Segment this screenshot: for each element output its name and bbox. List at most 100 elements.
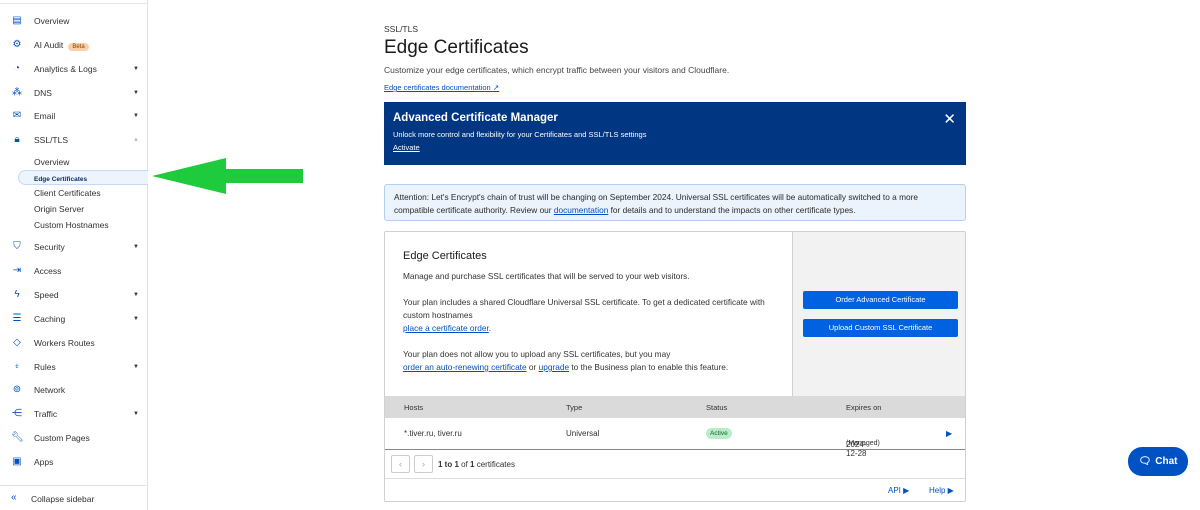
card-plan-text: Your plan includes a shared Cloudflare U… bbox=[403, 297, 765, 333]
clipboard-icon: ▤ bbox=[12, 15, 22, 26]
order-advanced-certificate-button[interactable]: Order Advanced Certificate bbox=[803, 291, 958, 309]
beta-badge: Beta bbox=[68, 43, 89, 51]
api-link[interactable]: API ▶ bbox=[888, 486, 909, 495]
status-badge: Active bbox=[706, 428, 732, 439]
apps-icon: ▣ bbox=[12, 456, 22, 467]
location-pin-icon: ⊚ bbox=[12, 384, 22, 395]
sidebar-item-overview[interactable]: ▤ Overview bbox=[0, 11, 148, 31]
place-order-link[interactable]: place a certificate order bbox=[403, 323, 489, 333]
plan-text: Your plan includes a shared Cloudflare U… bbox=[403, 297, 765, 320]
help-link[interactable]: Help ▶ bbox=[929, 486, 954, 495]
sidebar-item-workers-routes[interactable]: ◇ Workers Routes bbox=[0, 333, 148, 353]
col-hosts: Hosts bbox=[404, 403, 424, 412]
expand-row-icon[interactable]: ▶ bbox=[946, 429, 952, 438]
sidebar-item-traffic[interactable]: ⋲ Traffic ▼ bbox=[0, 404, 148, 424]
chevron-down-icon: ▼ bbox=[133, 90, 139, 96]
sidebar-item-access[interactable]: ⇥ Access bbox=[0, 261, 148, 281]
chat-label: Chat bbox=[1155, 456, 1178, 467]
documentation-link[interactable]: Edge certificates documentation ↗ bbox=[384, 83, 499, 92]
card-actions: Order Advanced Certificate Upload Custom… bbox=[792, 232, 965, 396]
collapse-sidebar-button[interactable]: « Collapse sidebar bbox=[0, 485, 148, 510]
sidebar-item-speed[interactable]: ϟ Speed ▼ bbox=[0, 285, 148, 305]
double-chevron-left-icon: « bbox=[11, 492, 17, 503]
table-row[interactable]: *.tiver.ru, tiver.ru Universal Active 20… bbox=[385, 418, 965, 458]
upgrade-link[interactable]: upgrade bbox=[539, 362, 569, 372]
card-upload-text: Your plan does not allow you to upload a… bbox=[403, 348, 774, 374]
table-header: Hosts Type Status Expires on bbox=[385, 396, 965, 418]
lightning-icon: ϟ bbox=[14, 289, 20, 300]
page-description: Customize your edge certificates, which … bbox=[384, 65, 730, 75]
upgrade-text: to the Business plan to enable this feat… bbox=[569, 362, 729, 372]
page-title: Edge Certificates bbox=[384, 37, 529, 58]
banner-text: Unlock more control and flexibility for … bbox=[393, 130, 647, 139]
sidebar-sub-custom-hostnames[interactable]: Custom Hostnames bbox=[34, 220, 109, 230]
next-page-button[interactable]: › bbox=[414, 455, 433, 473]
close-icon[interactable]: ✕ bbox=[943, 110, 956, 128]
breadcrumb: SSL/TLS bbox=[384, 24, 419, 34]
managed-label: (Managed) bbox=[846, 440, 880, 447]
edge-certificates-card: Edge Certificates Manage and purchase SS… bbox=[384, 231, 966, 502]
sidebar-item-security[interactable]: ⛉ Security ▼ bbox=[0, 237, 148, 257]
sidebar-sub-overview[interactable]: Overview bbox=[34, 157, 69, 167]
acm-banner: Advanced Certificate Manager Unlock more… bbox=[384, 102, 966, 165]
attention-notice: Attention: Let's Encrypt's chain of trus… bbox=[384, 184, 966, 221]
pagination-text: 1 to 1 of 1 certificates bbox=[438, 460, 515, 469]
order-auto-renewing-link[interactable]: order an auto-renewing certificate bbox=[403, 362, 527, 372]
pie-chart-icon: ◔ bbox=[13, 63, 21, 74]
sidebar: ▤ Overview ⚙ AI Audit Beta ◔ Analytics & Log… bbox=[0, 0, 148, 510]
green-arrow-annotation bbox=[152, 158, 303, 194]
workers-icon: ◇ bbox=[13, 337, 21, 348]
chevron-down-icon: ▼ bbox=[133, 292, 139, 298]
chevron-down-icon: ▼ bbox=[133, 66, 139, 72]
attention-text-end: for details and to understand the impact… bbox=[608, 205, 856, 215]
upload-custom-ssl-button[interactable]: Upload Custom SSL Certificate bbox=[803, 319, 958, 337]
chat-button[interactable]: 🗨︎ Chat bbox=[1128, 447, 1188, 476]
api-label: API bbox=[888, 486, 901, 495]
sidebar-item-caching[interactable]: ☰ Caching ▼ bbox=[0, 309, 148, 329]
pagination: ‹ › 1 to 1 of 1 certificates bbox=[385, 450, 965, 479]
sidebar-item-analytics[interactable]: ◔ Analytics & Logs ▼ bbox=[0, 59, 148, 79]
of-text: of bbox=[458, 460, 471, 469]
col-type: Type bbox=[566, 403, 583, 412]
sidebar-item-apps[interactable]: ▣ Apps bbox=[0, 452, 148, 472]
external-link-icon: ↗ bbox=[492, 83, 500, 92]
banner-title: Advanced Certificate Manager bbox=[393, 112, 558, 124]
robot-icon: ⚙ bbox=[12, 39, 22, 50]
attention-documentation-link[interactable]: documentation bbox=[554, 205, 608, 215]
sidebar-sub-edge-certificates[interactable]: Edge Certificates bbox=[18, 170, 148, 185]
chevron-down-icon: ▼ bbox=[133, 316, 139, 322]
chevron-down-icon: ▼ bbox=[133, 244, 139, 250]
chat-icon: 🗨︎ bbox=[1138, 456, 1152, 467]
card-title: Edge Certificates bbox=[403, 250, 487, 262]
sidebar-item-network[interactable]: ⊚ Network bbox=[0, 380, 148, 400]
chevron-down-icon: ▼ bbox=[133, 364, 139, 370]
card-description: Manage and purchase SSL certificates tha… bbox=[403, 271, 690, 281]
cell-type: Universal bbox=[566, 429, 600, 438]
collapse-sidebar-label: Collapse sidebar bbox=[31, 494, 95, 504]
card-footer: API ▶ Help ▶ bbox=[385, 479, 965, 501]
sidebar-item-ssl-tls[interactable]: 🔒︎ SSL/TLS ▲ bbox=[0, 130, 148, 150]
documentation-link-label[interactable]: Edge certificates documentation bbox=[384, 83, 491, 92]
sidebar-sub-origin-server[interactable]: Origin Server bbox=[34, 204, 84, 214]
activate-link[interactable]: Activate bbox=[393, 143, 420, 152]
pager-suffix: certificates bbox=[474, 460, 515, 469]
wrench-icon: 🔧︎ bbox=[11, 432, 24, 443]
sidebar-item-dns[interactable]: ⁂ DNS ▼ bbox=[0, 83, 148, 103]
help-label: Help bbox=[929, 486, 946, 495]
sidebar-item-ai-audit[interactable]: ⚙ AI Audit Beta bbox=[0, 35, 148, 55]
sidebar-item-email[interactable]: ✉ Email ▼ bbox=[0, 106, 148, 126]
access-icon: ⇥ bbox=[12, 265, 22, 276]
prev-page-button[interactable]: ‹ bbox=[391, 455, 410, 473]
server-icon: ☰ bbox=[12, 313, 22, 324]
cell-hosts: *.tiver.ru, tiver.ru bbox=[404, 429, 462, 438]
sidebar-item-custom-pages[interactable]: 🔧︎ Custom Pages bbox=[0, 428, 148, 448]
col-expires: Expires on bbox=[846, 403, 882, 412]
upload-text: Your plan does not allow you to upload a… bbox=[403, 349, 671, 359]
sidebar-item-rules[interactable]: ⍖ Rules ▼ bbox=[0, 357, 148, 377]
sidebar-sub-client-certificates[interactable]: Client Certificates bbox=[34, 188, 101, 198]
chevron-down-icon: ▼ bbox=[133, 411, 139, 417]
shield-icon: ⛉ bbox=[13, 241, 21, 252]
lock-icon: 🔒︎ bbox=[14, 134, 20, 145]
ai-audit-label: AI Audit bbox=[34, 40, 64, 50]
network-icon: ⁂ bbox=[12, 87, 22, 98]
